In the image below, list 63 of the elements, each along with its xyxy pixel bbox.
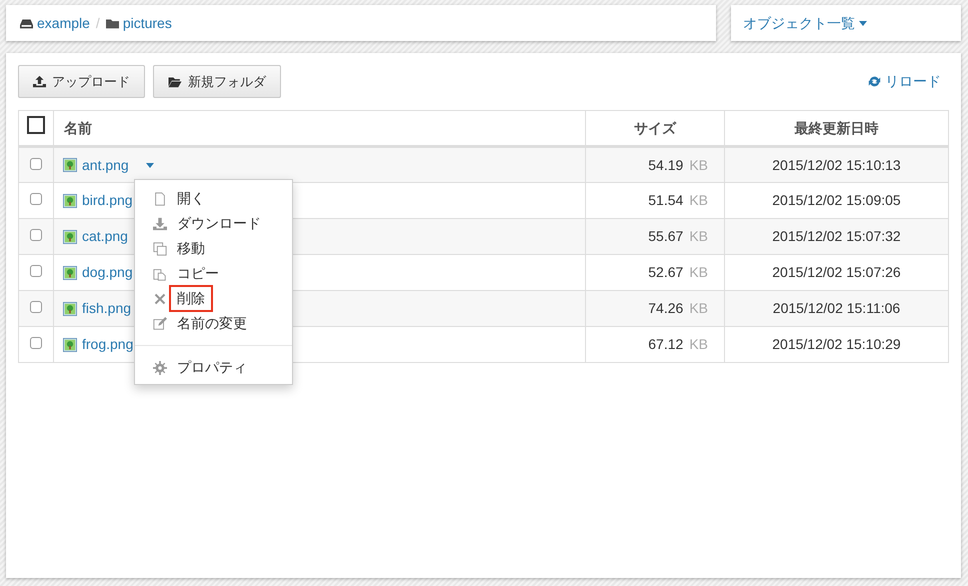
size-unit: KB — [689, 336, 708, 352]
row-checkbox[interactable] — [30, 301, 42, 313]
row-checkbox[interactable] — [30, 193, 42, 205]
file-size: 54.19 — [648, 156, 684, 172]
breadcrumb-separator: / — [96, 14, 100, 32]
image-file-icon — [63, 194, 77, 208]
image-file-icon — [63, 338, 77, 352]
view-dropdown[interactable]: オブジェクト一覧 — [743, 12, 867, 34]
gear-icon — [153, 360, 167, 374]
file-name-link[interactable]: cat.png — [82, 226, 128, 247]
size-unit: KB — [689, 192, 708, 208]
file-name-link[interactable]: dog.png — [82, 262, 133, 283]
paste-icon — [153, 266, 167, 280]
file-size: 55.67 — [648, 228, 684, 244]
edit-icon — [153, 316, 167, 330]
new-folder-button[interactable]: 新規フォルダ — [153, 65, 281, 98]
row-checkbox[interactable] — [30, 265, 42, 277]
file-name-link[interactable]: ant.png — [82, 154, 129, 176]
file-name-link[interactable]: frog.png — [82, 334, 134, 355]
reload-icon — [868, 75, 881, 88]
image-file-icon — [63, 158, 77, 172]
size-unit: KB — [689, 156, 708, 172]
date-cell: 2015/12/02 15:10:13 — [724, 146, 948, 182]
file-icon — [153, 192, 167, 206]
date-cell: 2015/12/02 15:10:29 — [724, 326, 948, 362]
close-icon — [154, 292, 166, 304]
image-file-icon — [63, 266, 77, 280]
image-file-icon — [63, 230, 77, 244]
drive-icon — [20, 16, 33, 30]
upload-button[interactable]: アップロード — [18, 65, 145, 98]
row-checkbox[interactable] — [30, 229, 42, 241]
select-all-checkbox[interactable] — [27, 116, 45, 134]
row-checkbox[interactable] — [30, 158, 42, 170]
menu-item[interactable]: コピー — [135, 261, 292, 286]
menu-item[interactable]: 削除 — [135, 286, 292, 311]
file-size: 51.54 — [648, 192, 684, 208]
file-name-link[interactable]: bird.png — [82, 190, 133, 211]
download-icon — [153, 216, 167, 230]
size-unit: KB — [689, 300, 708, 316]
upload-icon — [33, 75, 46, 88]
reload-link[interactable]: リロード — [868, 71, 941, 92]
menu-item[interactable]: プロパティ — [135, 355, 292, 380]
file-size: 52.67 — [648, 264, 684, 280]
file-name-link[interactable]: fish.png — [82, 298, 132, 319]
image-file-icon — [63, 302, 77, 316]
file-size: 67.12 — [648, 336, 684, 352]
copy-icon — [153, 242, 167, 256]
folder-icon — [106, 16, 119, 30]
date-cell: 2015/12/02 15:11:06 — [724, 290, 948, 326]
menu-item[interactable]: 移動 — [135, 236, 292, 261]
menu-item[interactable]: 開く — [135, 186, 292, 211]
size-unit: KB — [689, 228, 708, 244]
size-unit: KB — [689, 264, 708, 280]
date-cell: 2015/12/02 15:07:32 — [724, 218, 948, 254]
breadcrumb-link[interactable]: pictures — [106, 12, 172, 34]
menu-item[interactable]: ダウンロード — [135, 211, 292, 236]
breadcrumb-link[interactable]: example — [20, 12, 90, 34]
menu-item[interactable]: 名前の変更 — [135, 311, 292, 336]
row-checkbox[interactable] — [30, 337, 42, 349]
file-size: 74.26 — [648, 300, 684, 316]
folder-icon — [168, 75, 182, 88]
caret-icon — [859, 21, 867, 26]
caret-icon[interactable] — [146, 162, 154, 168]
